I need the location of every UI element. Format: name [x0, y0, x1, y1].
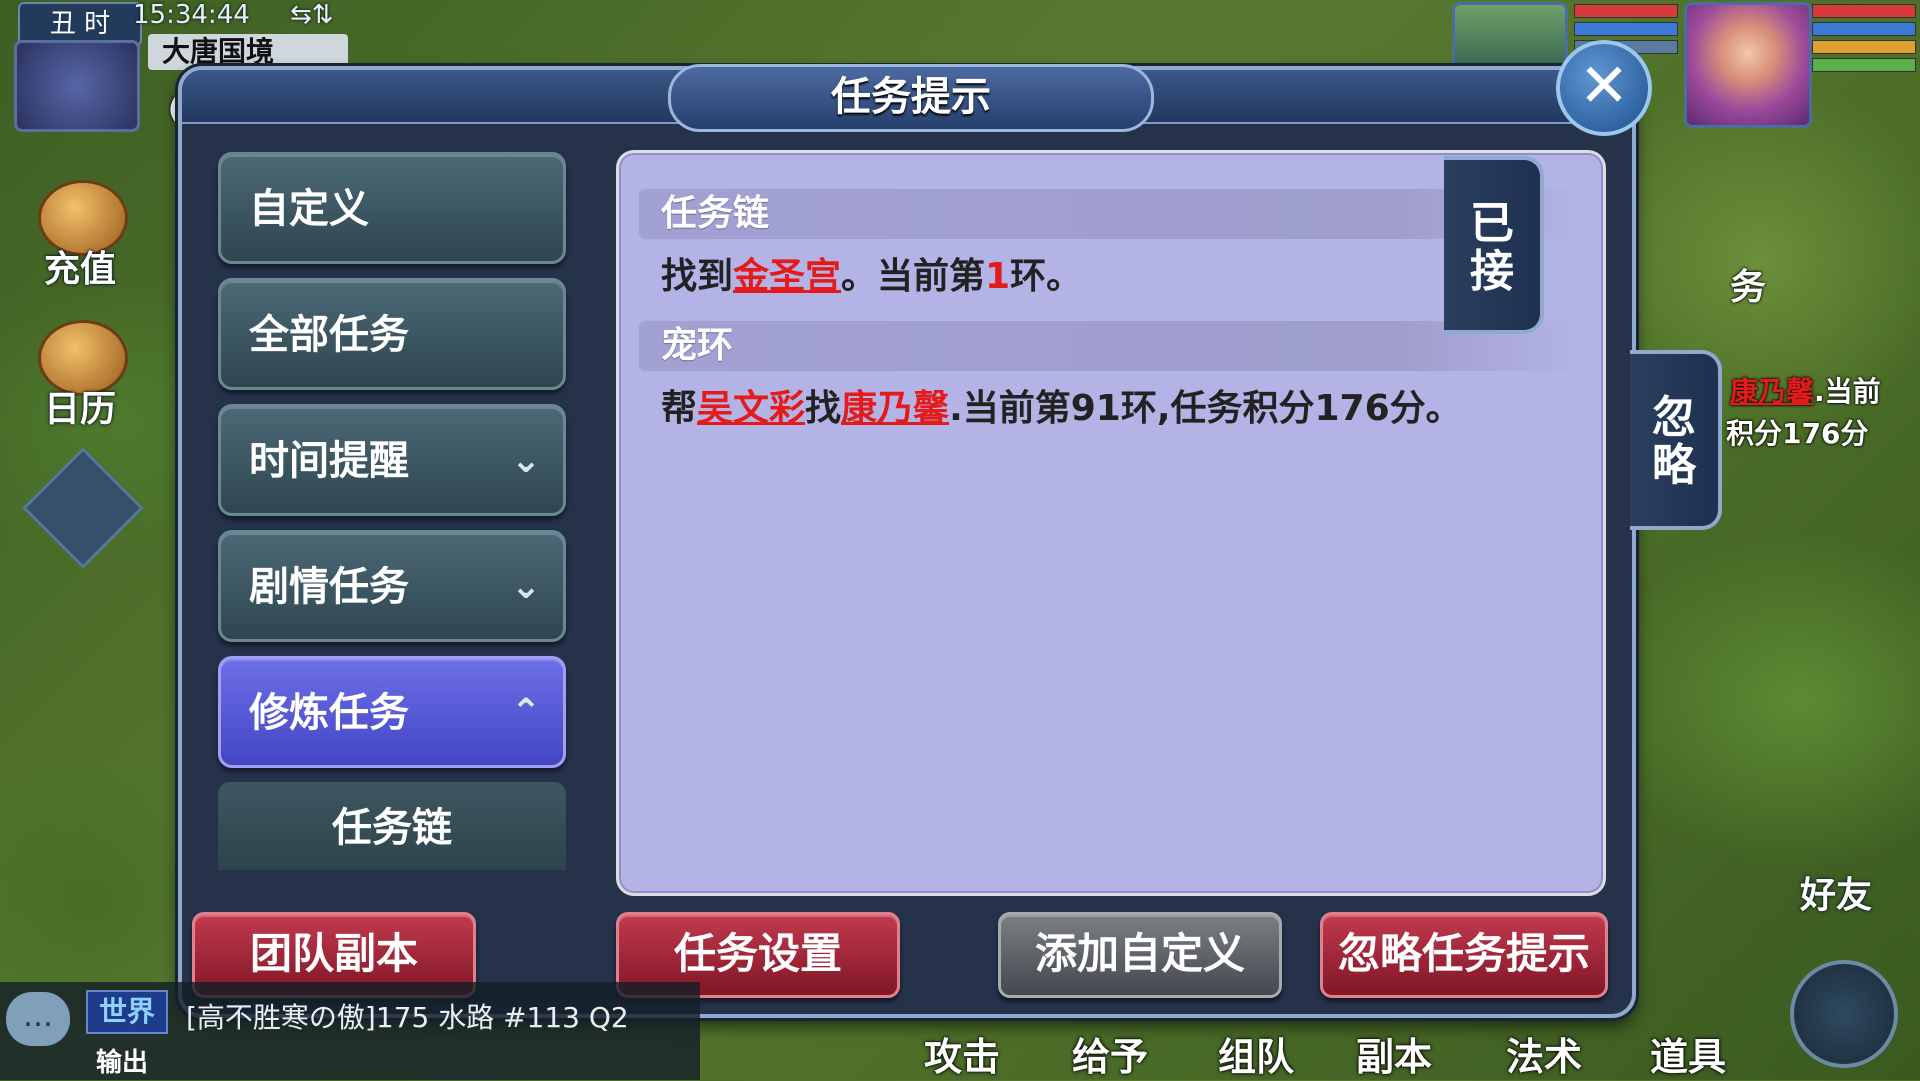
text-segment: 帮: [661, 388, 698, 429]
tab-story-tasks[interactable]: 剧情任务 ⌄: [218, 530, 566, 642]
text-segment: 找到: [661, 256, 734, 297]
friends-button[interactable]: 好友: [1800, 866, 1872, 918]
background-snippet-1: .当前: [1814, 375, 1881, 408]
signal-arrows-icon: ⇆⇅: [290, 0, 334, 30]
tab-label: 全部任务: [249, 312, 409, 358]
chevron-up-icon: ⌃: [510, 692, 541, 733]
text-segment: 环。: [1010, 256, 1083, 297]
refresh-icon[interactable]: [1790, 960, 1898, 1068]
action-spell[interactable]: 法术: [1506, 1026, 1582, 1081]
action-dungeon[interactable]: 副本: [1356, 1026, 1432, 1081]
recharge-button[interactable]: 充值: [20, 170, 140, 290]
side-tab-ignored[interactable]: 忽略: [1630, 350, 1722, 530]
pet-portrait[interactable]: [1452, 2, 1568, 68]
background-snippet-2: 积分176分: [1726, 417, 1869, 450]
tab-cultivation-tasks[interactable]: 修炼任务 ⌃: [218, 656, 566, 768]
side-tab-label: 忽略: [1652, 392, 1696, 491]
close-x-icon: ✕: [1578, 51, 1630, 121]
action-attack[interactable]: 攻击: [924, 1026, 1000, 1081]
chat-output-label: 输出: [96, 1048, 149, 1078]
tab-label: 时间提醒: [249, 438, 409, 484]
tab-time-reminder[interactable]: 时间提醒 ⌄: [218, 404, 566, 516]
chevron-down-icon: ⌄: [510, 566, 541, 607]
tab-all-tasks[interactable]: 全部任务: [218, 278, 566, 390]
side-tab-label: 已接: [1470, 198, 1514, 297]
text-segment: .当前第91环,任务积分176分。: [949, 388, 1462, 429]
side-tab-accepted[interactable]: 已接: [1444, 156, 1544, 334]
tab-custom[interactable]: 自定义: [218, 152, 566, 264]
pet-ring-description: 帮吴文彩找康乃馨.当前第91环,任务积分176分。: [661, 379, 1462, 431]
chevron-down-icon: ⌄: [510, 440, 541, 481]
task-hint-dialog: 任务提示 ✕ 自定义 全部任务 时间提醒 ⌄ 剧情任务 ⌄ 修炼任务 ⌃ 任务链…: [178, 40, 1652, 1018]
calendar-button[interactable]: 日历: [20, 310, 140, 430]
section-header-pet-ring: 宠环: [639, 321, 1583, 371]
task-link-kangnaixin[interactable]: 康乃馨: [841, 388, 949, 429]
close-button[interactable]: ✕: [1556, 40, 1652, 136]
task-link-jinshenggong[interactable]: 金圣宫: [733, 256, 841, 297]
title-bar: 任务提示: [182, 64, 1632, 132]
recharge-label: 充值: [43, 249, 116, 290]
action-give[interactable]: 给予: [1072, 1026, 1148, 1081]
chat-message[interactable]: [高不胜寒の傲]175 水路 #113 Q2: [186, 996, 629, 1036]
chat-bubble-icon[interactable]: …: [6, 992, 70, 1046]
dialog-title: 任务提示: [831, 74, 991, 120]
task-link-wuwencai[interactable]: 吴文彩: [697, 388, 805, 429]
text-segment: 。当前第: [841, 256, 986, 297]
collapse-arrow-icon[interactable]: [22, 447, 144, 569]
clock-readout: 15:34:44: [133, 0, 250, 30]
background-link: 康乃馨: [1730, 375, 1815, 408]
action-team[interactable]: 组队: [1218, 1026, 1294, 1081]
tab-label: 剧情任务: [249, 564, 409, 610]
chat-channel-world[interactable]: 世界: [86, 990, 168, 1034]
chat-bar: … 世界 [高不胜寒の傲]175 水路 #113 Q2 输出: [0, 982, 700, 1080]
section-header-task-chain: 任务链: [639, 189, 1583, 239]
add-custom-button[interactable]: 添加自定义: [998, 912, 1282, 998]
tab-label: 修炼任务: [249, 690, 409, 736]
ring-number: 1: [985, 256, 1011, 297]
task-chain-description: 找到金圣宫。当前第1环。: [661, 247, 1082, 299]
player-status-bars: [1812, 4, 1916, 76]
calendar-label: 日历: [43, 389, 116, 430]
title-plate: 任务提示: [668, 64, 1154, 132]
ignore-task-hint-button[interactable]: 忽略任务提示: [1320, 912, 1608, 998]
action-items[interactable]: 道具: [1650, 1026, 1726, 1081]
text-segment: 找: [805, 388, 842, 429]
player-portrait[interactable]: [1684, 2, 1812, 128]
background-task-snippet: 康乃馨.当前: [1730, 370, 1881, 410]
background-tab-fragment: 务: [1730, 267, 1767, 308]
sub-tab-task-chain[interactable]: 任务链: [218, 782, 566, 870]
minimap-icon[interactable]: [14, 40, 140, 132]
map-name[interactable]: 大唐国境: [148, 34, 348, 70]
tab-label: 自定义: [249, 186, 369, 232]
